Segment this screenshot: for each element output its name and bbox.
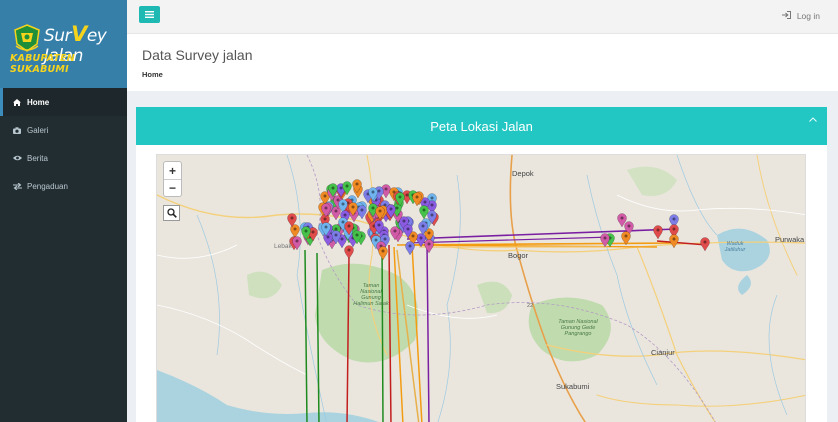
- site-logo[interactable]: SurVey Jalan KABUPATEN SUKABUMI: [0, 0, 127, 88]
- map-marker-pin[interactable]: [412, 192, 422, 207]
- sidebar-item-berita[interactable]: Berita: [0, 144, 127, 172]
- track-line: [346, 254, 350, 422]
- content-header: Data Survey jalan Home: [127, 34, 838, 91]
- map-marker-pin[interactable]: [600, 233, 610, 248]
- track-line: [396, 249, 420, 422]
- exchange-icon: [12, 182, 22, 190]
- town-label-depok: Depok: [512, 169, 534, 178]
- sidebar-item-pengaduan[interactable]: Pengaduan: [0, 172, 127, 200]
- sidebar-nav: Home Galeri Berita Pengaduan: [0, 88, 127, 200]
- town-label-sukabumi: Sukabumi: [556, 382, 590, 391]
- park-label-gede: Taman Nasional Gunung Gede Pangrango: [558, 319, 598, 337]
- top-navbar: Log in: [127, 0, 838, 34]
- park-label-halimun: Taman Nasional Gunung Halimun Salak: [353, 283, 389, 307]
- sidebar-item-label: Home: [27, 97, 50, 107]
- map-marker-pin[interactable]: [700, 237, 710, 252]
- breadcrumb[interactable]: Home: [142, 70, 163, 79]
- login-label: Log in: [796, 11, 820, 21]
- search-map-button[interactable]: [163, 205, 180, 221]
- sidebar-item-label: Galeri: [27, 125, 49, 135]
- track-line: [411, 244, 423, 422]
- sidebar-toggle-button[interactable]: [139, 6, 160, 23]
- map-marker-pin[interactable]: [419, 205, 429, 220]
- town-label-purwakarta: Purwaka: [775, 235, 805, 244]
- map-marker-pin[interactable]: [424, 239, 434, 254]
- road-map[interactable]: Depok Bogor Cianjur Sukabumi Purwaka Leb…: [156, 154, 806, 422]
- sidebar-item-label: Pengaduan: [27, 181, 68, 191]
- sidebar-item-label: Berita: [27, 153, 48, 163]
- page-title: Data Survey jalan: [142, 47, 253, 63]
- sign-in-icon: [781, 11, 791, 21]
- town-label-lebak: Lebak: [274, 243, 292, 250]
- login-link[interactable]: Log in: [781, 11, 820, 21]
- track-line: [426, 242, 430, 422]
- marker-layer: [287, 179, 710, 422]
- zoom-in-button[interactable]: +: [164, 162, 181, 179]
- track-line: [381, 242, 384, 422]
- zoom-out-button[interactable]: −: [164, 179, 181, 196]
- sidebar-item-home[interactable]: Home: [0, 88, 127, 116]
- menu-icon: [145, 11, 154, 18]
- track-line: [388, 244, 392, 422]
- map-panel: Peta Lokasi Jalan Depok Bogor Cianjur Su…: [136, 107, 827, 422]
- sidebar: SurVey Jalan KABUPATEN SUKABUMI Home Gal…: [0, 0, 127, 422]
- eye-icon: [12, 155, 22, 161]
- road-number-label: 22: [526, 303, 534, 309]
- town-label-cianjur: Cianjur: [651, 348, 675, 357]
- map-marker-pin[interactable]: [669, 234, 679, 249]
- track-line: [406, 228, 678, 240]
- track-line: [393, 246, 404, 422]
- search-icon: [166, 208, 177, 218]
- water-label-jatiluhur: Waduk Jatiluhur: [724, 241, 746, 253]
- logo-subtitle: KABUPATEN SUKABUMI: [10, 53, 75, 75]
- zoom-control: + −: [163, 161, 182, 197]
- sidebar-item-galeri[interactable]: Galeri: [0, 116, 127, 144]
- track-line: [304, 249, 308, 422]
- map-marker-pin[interactable]: [378, 246, 388, 261]
- panel-header: Peta Lokasi Jalan: [136, 107, 827, 145]
- panel-title: Peta Lokasi Jalan: [430, 118, 533, 134]
- map-marker-pin[interactable]: [344, 245, 354, 260]
- town-label-bogor: Bogor: [508, 251, 529, 260]
- map-marker-pin[interactable]: [357, 205, 367, 220]
- emblem-icon: [14, 24, 40, 52]
- camera-icon: [12, 126, 22, 134]
- track-line: [316, 252, 320, 422]
- map-marker-pin[interactable]: [653, 225, 663, 240]
- home-icon: [12, 98, 22, 106]
- chevron-up-icon[interactable]: [809, 114, 817, 124]
